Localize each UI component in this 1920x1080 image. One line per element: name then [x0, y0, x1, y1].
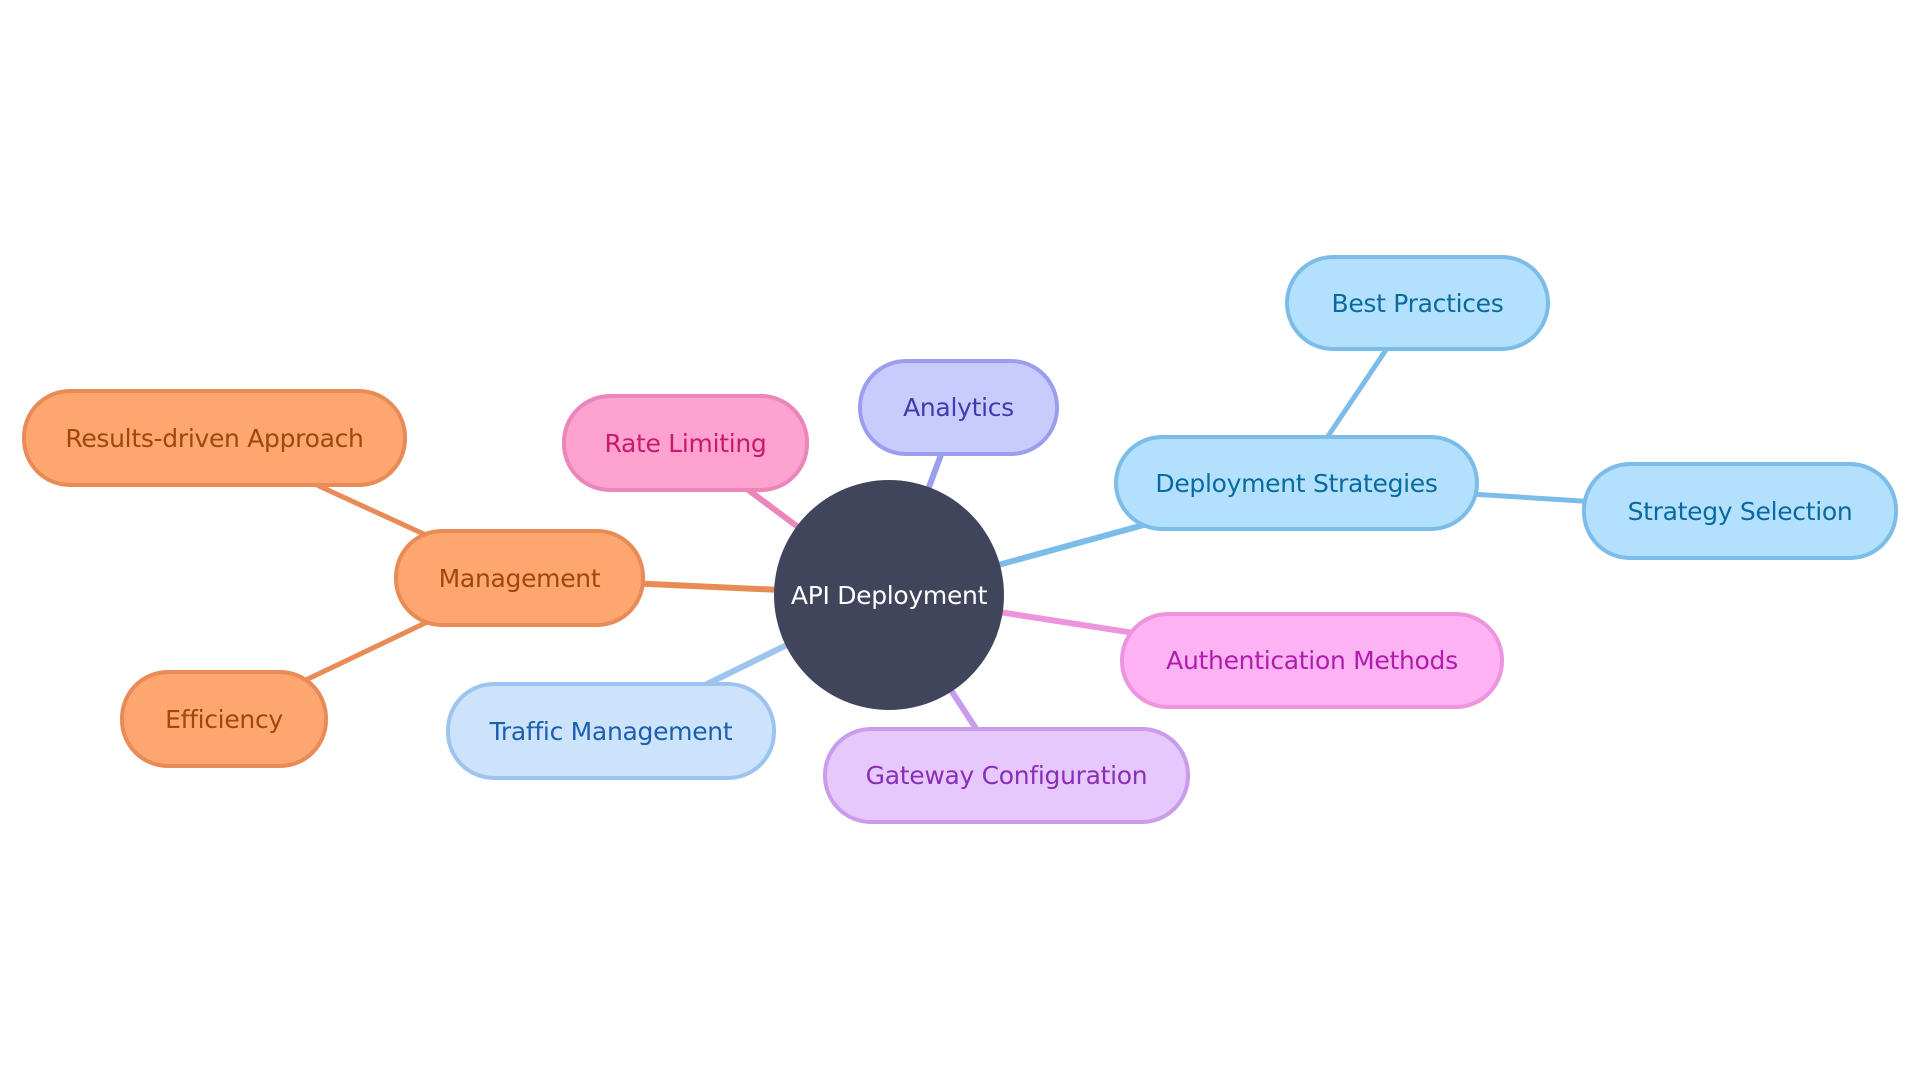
node-strategy-selection[interactable]: Strategy Selection [1582, 462, 1898, 560]
node-label: Deployment Strategies [1155, 468, 1438, 498]
node-best-practices[interactable]: Best Practices [1285, 255, 1550, 351]
node-deployment-strategies[interactable]: Deployment Strategies [1114, 435, 1479, 531]
node-label: Authentication Methods [1166, 646, 1458, 675]
node-traffic-management[interactable]: Traffic Management [446, 682, 776, 780]
node-results-driven-approach[interactable]: Results-driven Approach [22, 389, 407, 487]
node-label: Best Practices [1331, 288, 1504, 318]
mindmap-canvas: API Deployment Management Results-driven… [0, 0, 1920, 1080]
root-node-api-deployment[interactable]: API Deployment [774, 480, 1004, 710]
node-label: Analytics [903, 393, 1014, 422]
node-gateway-configuration[interactable]: Gateway Configuration [823, 727, 1190, 824]
node-label: Rate Limiting [604, 428, 767, 458]
node-management[interactable]: Management [394, 529, 645, 627]
node-authentication-methods[interactable]: Authentication Methods [1120, 612, 1504, 709]
root-node-label: API Deployment [790, 580, 988, 610]
node-label: Results-driven Approach [65, 423, 364, 453]
node-efficiency[interactable]: Efficiency [120, 670, 328, 768]
node-label: Strategy Selection [1627, 496, 1853, 526]
node-label: Efficiency [165, 704, 283, 734]
node-rate-limiting[interactable]: Rate Limiting [562, 394, 809, 492]
node-label: Management [438, 563, 601, 593]
node-label: Gateway Configuration [865, 761, 1148, 790]
node-label: Traffic Management [489, 716, 733, 746]
node-analytics[interactable]: Analytics [858, 359, 1059, 456]
